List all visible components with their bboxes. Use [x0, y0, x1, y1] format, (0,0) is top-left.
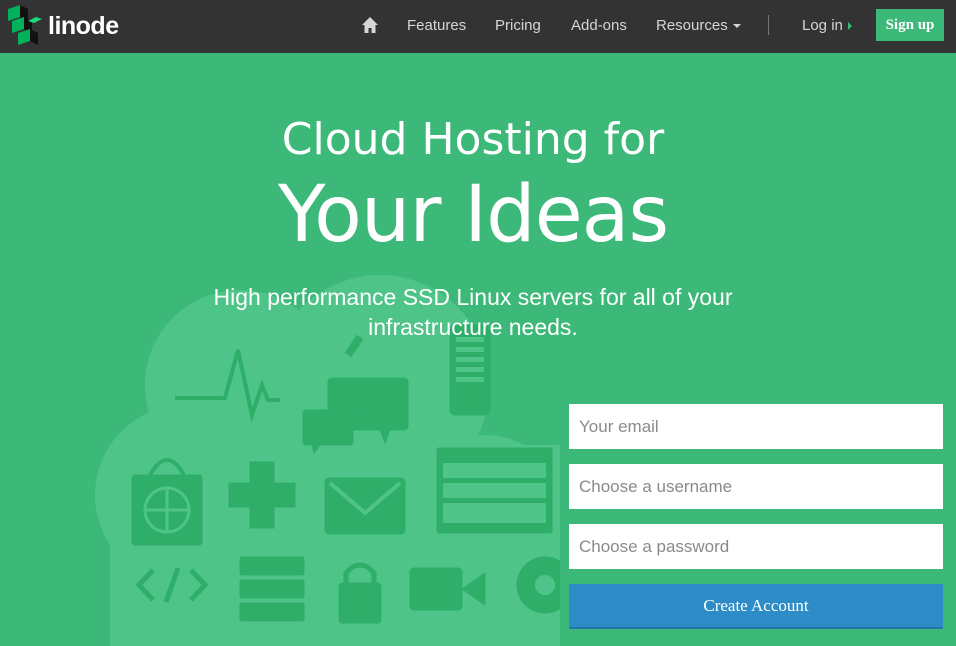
hero-heading-line2: Your Ideas — [277, 170, 669, 260]
caret-down-icon — [732, 24, 741, 29]
create-account-button[interactable]: Create Account — [569, 584, 943, 629]
linode-cube-icon — [8, 5, 42, 45]
server-icon — [239, 556, 305, 622]
top-navbar: linode Features Pricing Add-ons Resource… — [0, 0, 956, 53]
envelope-icon — [324, 477, 406, 535]
hero-subtitle: High performance SSD Linux servers for a… — [150, 282, 796, 342]
email-field[interactable] — [569, 404, 943, 449]
nav-divider — [768, 15, 769, 35]
nav-addons[interactable]: Add-ons — [571, 16, 627, 36]
browser-window-icon — [436, 447, 553, 534]
hero-subtitle-line2: infrastructure needs. — [368, 314, 578, 340]
logo-text: linode — [48, 11, 119, 40]
signup-button[interactable]: Sign up — [876, 9, 944, 41]
linode-logo[interactable]: linode — [6, 5, 119, 47]
nav-resources-label: Resources — [656, 17, 728, 34]
arrow-right-icon — [847, 22, 852, 31]
nav-pricing[interactable]: Pricing — [495, 16, 541, 36]
hero-heading-line1: Cloud Hosting for — [281, 114, 665, 165]
password-field[interactable] — [569, 524, 943, 569]
login-label: Log in — [802, 17, 843, 34]
home-icon[interactable] — [361, 16, 379, 34]
nav-resources[interactable]: Resources — [656, 16, 741, 36]
nav-features[interactable]: Features — [407, 16, 466, 36]
hero-subtitle-line1: High performance SSD Linux servers for a… — [213, 284, 733, 310]
nav-login[interactable]: Log in — [802, 16, 852, 36]
username-field[interactable] — [569, 464, 943, 509]
